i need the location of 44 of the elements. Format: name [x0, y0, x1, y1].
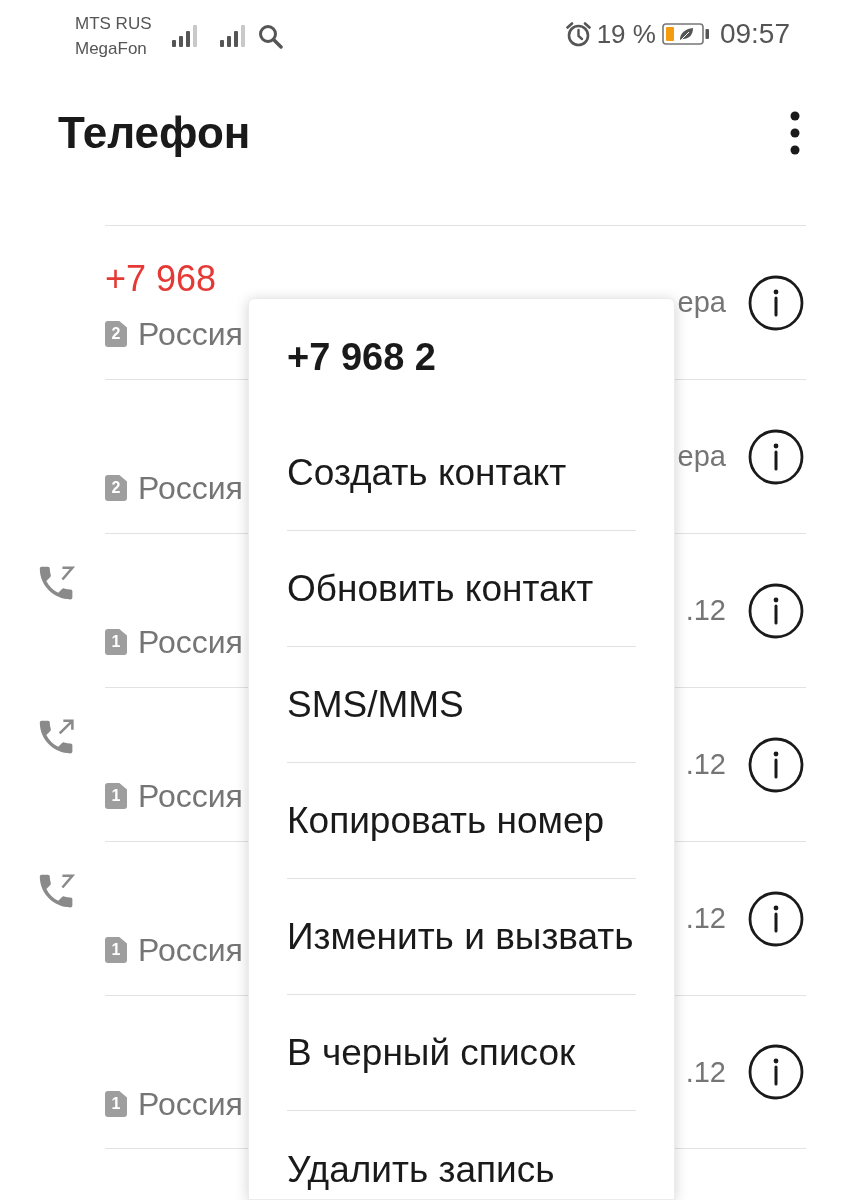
call-location: Россия	[138, 931, 243, 969]
info-icon[interactable]	[748, 736, 804, 793]
menu-item[interactable]: В черный список	[287, 995, 636, 1111]
info-icon[interactable]	[748, 274, 804, 331]
menu-item[interactable]: Удалить запись	[287, 1111, 636, 1200]
battery-icon	[661, 23, 710, 45]
alarm-clock-icon	[565, 21, 591, 47]
menu-item[interactable]: Создать контакт	[287, 415, 636, 531]
app-title: Телефон	[58, 108, 251, 158]
more-options-icon[interactable]	[790, 111, 800, 155]
call-date: .12	[685, 1055, 726, 1089]
call-location: Россия	[138, 623, 243, 661]
sim-badge: 1	[105, 937, 127, 963]
menu-item[interactable]: Копировать номер	[287, 763, 636, 879]
call-location: Россия	[138, 1085, 243, 1123]
phone-number: +7 968	[105, 259, 217, 299]
sim-badge: 1	[105, 1091, 127, 1117]
sim-badge: 2	[105, 475, 127, 501]
call-date: ера	[677, 286, 726, 319]
info-icon[interactable]	[748, 890, 804, 947]
call-location: Россия	[138, 469, 243, 507]
menu-item[interactable]: Обновить контакт	[287, 531, 636, 647]
carrier-name: MegaFon	[75, 38, 147, 60]
menu-item[interactable]: SMS/MMS	[287, 647, 636, 763]
battery-percent: 19 %	[596, 18, 656, 50]
menu-item[interactable]: Изменить и вызвать	[287, 879, 636, 995]
info-icon[interactable]	[748, 582, 804, 639]
call-date: .12	[685, 748, 726, 781]
call-location: Россия	[138, 315, 243, 353]
call-date: .12	[685, 902, 726, 935]
signal-icon	[171, 25, 200, 47]
search-icon[interactable]	[257, 23, 283, 49]
menu-title: +7 968 2	[286, 334, 437, 380]
call-location: Россия	[138, 777, 243, 815]
info-icon[interactable]	[748, 428, 804, 485]
clock-time: 09:57	[719, 18, 790, 50]
info-icon[interactable]	[748, 1044, 804, 1100]
call-date: .12	[685, 594, 726, 627]
sim-badge: 1	[105, 783, 127, 809]
call-date: ера	[677, 440, 726, 473]
sim-badge: 1	[105, 629, 127, 655]
signal-icon	[219, 25, 248, 47]
sim-badge: 2	[105, 321, 127, 347]
carrier-name: MTS RUS	[75, 13, 152, 35]
